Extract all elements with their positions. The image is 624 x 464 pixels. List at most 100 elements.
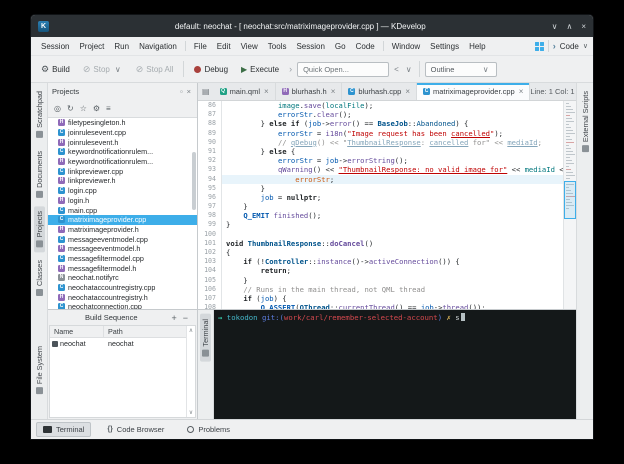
tree-item-neochat-notifyrc[interactable]: Nneochat.notifyrc <box>48 273 197 283</box>
sidebar-tab-external-scripts[interactable]: External Scripts <box>580 86 591 157</box>
tree-item-messagefiltermodel-h[interactable]: Hmessagefiltermodel.h <box>48 263 197 273</box>
editor-tab-matriximageprovider-cpp[interactable]: Cmatriximageprovider.cpp× <box>417 83 530 100</box>
tree-item-neochataccountregistry-cpp[interactable]: Cneochataccountregistry.cpp <box>48 283 197 293</box>
debug-button[interactable]: Debug <box>189 62 233 77</box>
tree-item-neochatconnection-cpp[interactable]: Cneochatconnection.cpp <box>48 302 197 309</box>
tab-close-icon[interactable]: × <box>405 87 410 96</box>
build-settings-icon[interactable]: ⚙ <box>93 105 100 113</box>
build-sequence-scrollbar[interactable]: ∧ ∨ <box>186 326 195 417</box>
code-line[interactable]: 108 Q_ASSERT(QThread::currentThread() ==… <box>198 303 563 309</box>
menu-item-run[interactable]: Run <box>109 40 134 53</box>
code-editor[interactable]: 86 image.save(localFile);87 errorStr.cle… <box>198 101 576 309</box>
tree-item-keywordnotificationrulem[interactable]: Ckeywordnotificationrulem... <box>48 147 197 157</box>
code-line[interactable]: 95 } <box>198 184 563 193</box>
chevron-down-icon[interactable]: ∨ <box>583 42 588 50</box>
panel-close-icon[interactable]: × <box>185 87 193 96</box>
code-line[interactable]: 89 errorStr = i18n("Image request has be… <box>198 129 563 138</box>
column-header-path[interactable]: Path <box>104 326 186 337</box>
quick-open-input[interactable]: Quick Open... <box>297 62 389 77</box>
filter-icon[interactable]: ≡ <box>106 105 111 113</box>
statusbar-toggle-code-browser[interactable]: {}Code Browser <box>100 422 171 437</box>
area-switcher-button[interactable]: Code <box>560 42 579 51</box>
code-line[interactable]: 102{ <box>198 248 563 257</box>
editor-minimap[interactable] <box>563 101 576 309</box>
locate-file-icon[interactable]: ◎ <box>54 105 61 113</box>
code-line[interactable]: 97 } <box>198 202 563 211</box>
tab-close-icon[interactable]: × <box>264 87 269 96</box>
statusbar-toggle-terminal[interactable]: Terminal <box>36 422 91 437</box>
quick-open-dropdown-icon[interactable]: ∨ <box>404 65 414 74</box>
toolbar-overflow-icon[interactable]: › <box>287 64 294 74</box>
tree-scrollbar[interactable] <box>192 152 196 209</box>
code-line[interactable]: 100 <box>198 230 563 239</box>
code-line[interactable]: 90 // qDebug() << "ThumbnailResponse: ca… <box>198 138 563 147</box>
tree-item-messageeventmodel-cpp[interactable]: Cmessageeventmodel.cpp <box>48 234 197 244</box>
tree-item-joinrulesevent-cpp[interactable]: Cjoinrulesevent.cpp <box>48 128 197 138</box>
code-line[interactable]: 101void ThumbnailResponse::doCancel() <box>198 239 563 248</box>
panel-float-icon[interactable]: ▫ <box>178 87 185 96</box>
menu-item-edit[interactable]: Edit <box>212 40 236 53</box>
editor-tab-main-qml[interactable]: Qmain.qml× <box>214 83 276 100</box>
code-line[interactable]: 98 Q_EMIT finished(); <box>198 211 563 220</box>
quick-open-back-button[interactable]: < <box>392 65 401 74</box>
editor-tab-blurhash-h[interactable]: Hblurhash.h× <box>276 83 343 100</box>
menu-item-go[interactable]: Go <box>330 40 351 53</box>
menu-item-session[interactable]: Session <box>36 40 74 53</box>
tree-item-keywordnotificationrulem[interactable]: Hkeywordnotificationrulem... <box>48 157 197 167</box>
column-header-name[interactable]: Name <box>50 326 104 337</box>
menu-item-code[interactable]: Code <box>351 40 380 53</box>
menu-item-file[interactable]: File <box>189 40 212 53</box>
sidebar-tab-projects[interactable]: Projects <box>34 206 45 252</box>
code-line[interactable]: 103 if (!Controller::instance()->activeC… <box>198 257 563 266</box>
menu-item-navigation[interactable]: Navigation <box>134 40 182 53</box>
editor-tab-blurhash-cpp[interactable]: Cblurhash.cpp× <box>342 83 417 100</box>
code-line[interactable]: 106 // Runs in the main thread, not QML … <box>198 285 563 294</box>
terminal-tab[interactable]: Terminal <box>200 314 211 362</box>
code-line[interactable]: 107 if (job) { <box>198 294 563 303</box>
build-sequence-row[interactable]: neochatneochat <box>50 338 186 349</box>
code-line[interactable]: 93 qWarning() << "ThumbnailResponse: no … <box>198 165 563 174</box>
tree-item-login-cpp[interactable]: Clogin.cpp <box>48 186 197 196</box>
sidebar-tab-scratchpad[interactable]: Scratchpad <box>34 86 45 143</box>
menu-item-view[interactable]: View <box>236 40 263 53</box>
sidebar-tab-documents[interactable]: Documents <box>34 146 45 203</box>
tree-item-linkpreviewer-cpp[interactable]: Clinkpreviewer.cpp <box>48 166 197 176</box>
menu-item-session[interactable]: Session <box>291 40 329 53</box>
build-button[interactable]: ⚙ Build <box>36 62 75 77</box>
tree-item-joinrulesevent-h[interactable]: Hjoinrulesevent.h <box>48 137 197 147</box>
add-target-button[interactable]: + <box>168 313 179 323</box>
outline-combobox[interactable]: Outline ∨ <box>425 62 497 77</box>
area-grid-icon[interactable] <box>535 42 544 51</box>
titlebar[interactable]: K default: neochat - [ neochat:src/matri… <box>31 15 593 37</box>
scroll-up-icon[interactable]: ∧ <box>189 327 193 334</box>
stop-button[interactable]: ⊘ Stop ∨ <box>78 62 128 77</box>
execute-button[interactable]: ▶ Execute <box>236 62 284 77</box>
tree-item-linkpreviewer-h[interactable]: Hlinkpreviewer.h <box>48 176 197 186</box>
code-line[interactable]: 87 errorStr.clear(); <box>198 110 563 119</box>
menu-item-help[interactable]: Help <box>464 40 490 53</box>
menu-item-settings[interactable]: Settings <box>425 40 464 53</box>
sidebar-tab-file-system[interactable]: File System <box>34 341 45 399</box>
stop-all-button[interactable]: ⊘ Stop All <box>131 62 179 77</box>
menu-item-window[interactable]: Window <box>387 40 425 53</box>
code-line[interactable]: 96 job = nullptr; <box>198 193 563 202</box>
close-button[interactable]: × <box>581 22 586 31</box>
tree-item-filetypesingleton-h[interactable]: Hfiletypesingleton.h <box>48 118 197 128</box>
tree-item-messageeventmodel-h[interactable]: Hmessageeventmodel.h <box>48 244 197 254</box>
code-line[interactable]: 94 errorStr; <box>198 175 563 184</box>
tree-item-neochataccountregistry-h[interactable]: Hneochataccountregistry.h <box>48 292 197 302</box>
tree-item-main-cpp[interactable]: Cmain.cpp <box>48 205 197 215</box>
scroll-down-icon[interactable]: ∨ <box>189 409 193 416</box>
maximize-button[interactable]: ∧ <box>566 22 572 31</box>
statusbar-toggle-problems[interactable]: Problems <box>180 422 237 437</box>
tree-item-messagefiltermodel-cpp[interactable]: Cmessagefiltermodel.cpp <box>48 254 197 264</box>
minimize-button[interactable]: ∨ <box>552 22 558 31</box>
tree-item-login-h[interactable]: Hlogin.h <box>48 196 197 206</box>
tab-close-icon[interactable]: × <box>519 87 524 96</box>
code-line[interactable]: 105 } <box>198 276 563 285</box>
menu-item-tools[interactable]: Tools <box>263 40 292 53</box>
code-line[interactable]: 99} <box>198 220 563 229</box>
tab-list-icon[interactable]: ▤ <box>198 87 214 96</box>
menu-item-project[interactable]: Project <box>74 40 109 53</box>
code-line[interactable]: 92 errorStr = job->errorString(); <box>198 156 563 165</box>
